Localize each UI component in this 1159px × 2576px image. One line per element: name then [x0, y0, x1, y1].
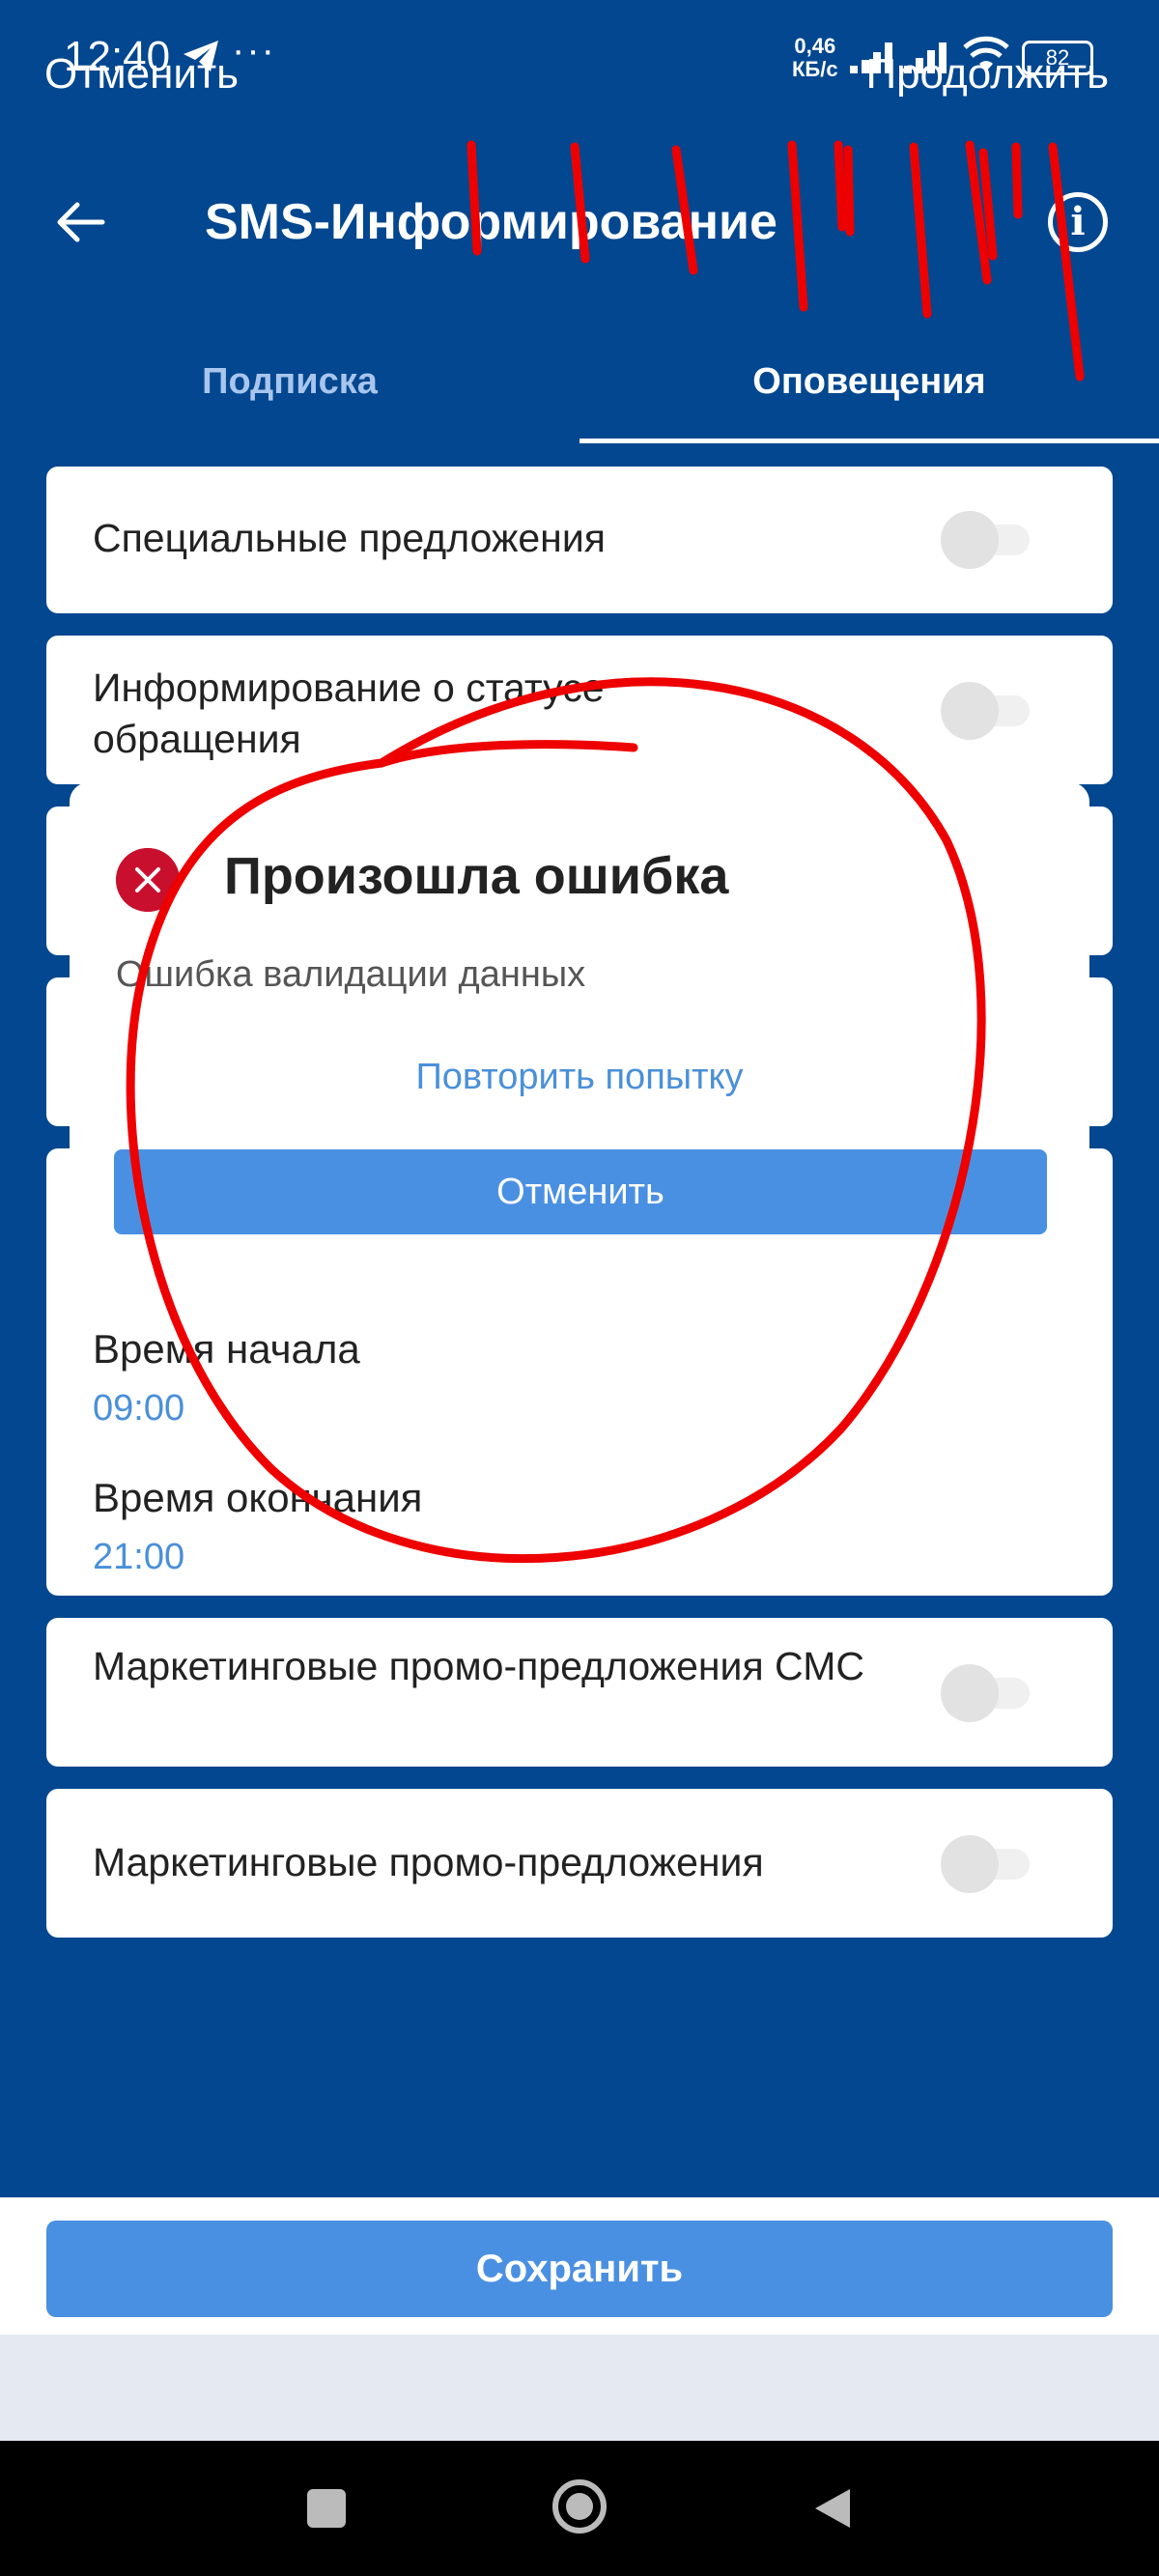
start-time-label: Время начала	[93, 1326, 360, 1372]
error-dialog: Произошла ошибка Ошибка валидации данных…	[70, 782, 1089, 1260]
tab-bar: Подписка Оповещения	[0, 338, 1159, 444]
status-bar: 12:40 ··· Отменить 0,46 КБ/с 82 Продолжи…	[0, 0, 1159, 106]
dialog-title: Произошла ошибка	[224, 847, 729, 905]
end-time-label: Время окончания	[93, 1475, 423, 1520]
start-time-value[interactable]: 09:00	[93, 1388, 184, 1430]
active-tab-indicator	[580, 439, 1159, 443]
setting-label: Маркетинговые промо-предложения СМС	[93, 1644, 864, 1688]
tab-subscription[interactable]: Подписка	[0, 361, 580, 403]
promo-toggle[interactable]	[941, 1835, 1037, 1893]
special-offers-toggle[interactable]	[941, 511, 1037, 569]
footer-spacer	[0, 2335, 1159, 2441]
promo-sms-toggle[interactable]	[941, 1664, 1037, 1722]
dialog-message: Ошибка валидации данных	[116, 954, 586, 995]
network-speed-unit: КБ/с	[792, 57, 838, 81]
end-time-value[interactable]: 21:00	[93, 1537, 184, 1578]
setting-label: Маркетинговые промо-предложения	[93, 1840, 764, 1884]
overlay-continue-link[interactable]: Продолжить	[865, 50, 1109, 99]
network-speed-value: 0,46	[794, 34, 836, 58]
recent-apps-icon[interactable]	[307, 2489, 346, 2528]
tab-notifications[interactable]: Оповещения	[580, 361, 1159, 403]
network-speed: 0,46 КБ/с	[792, 35, 838, 81]
error-icon	[116, 848, 180, 912]
setting-label: Информирование о статусе обращения	[93, 665, 605, 761]
save-button[interactable]: Сохранить	[46, 2221, 1113, 2317]
setting-label: Специальные предложения	[93, 516, 606, 560]
arrow-left-icon[interactable]	[52, 193, 110, 251]
app-bar: SMS-Информирование i	[0, 155, 1159, 290]
setting-special-offers: Специальные предложения	[46, 467, 1113, 613]
page-title: SMS-Информирование	[205, 194, 777, 250]
retry-button[interactable]: Повторить попытку	[70, 1057, 1089, 1098]
setting-promo-sms: Маркетинговые промо-предложения СМС	[46, 1618, 1113, 1767]
info-icon[interactable]: i	[1048, 192, 1108, 252]
setting-request-status: Информирование о статусе обращения	[46, 636, 1113, 784]
home-icon[interactable]	[552, 2479, 607, 2534]
footer: Сохранить	[0, 2197, 1159, 2335]
setting-promo: Маркетинговые промо-предложения	[46, 1789, 1113, 1938]
back-triangle-icon[interactable]	[811, 2485, 854, 2532]
request-status-toggle[interactable]	[941, 682, 1037, 740]
system-nav-bar	[0, 2441, 1159, 2576]
cancel-button[interactable]: Отменить	[114, 1149, 1047, 1234]
overlay-cancel-link[interactable]: Отменить	[44, 50, 239, 99]
